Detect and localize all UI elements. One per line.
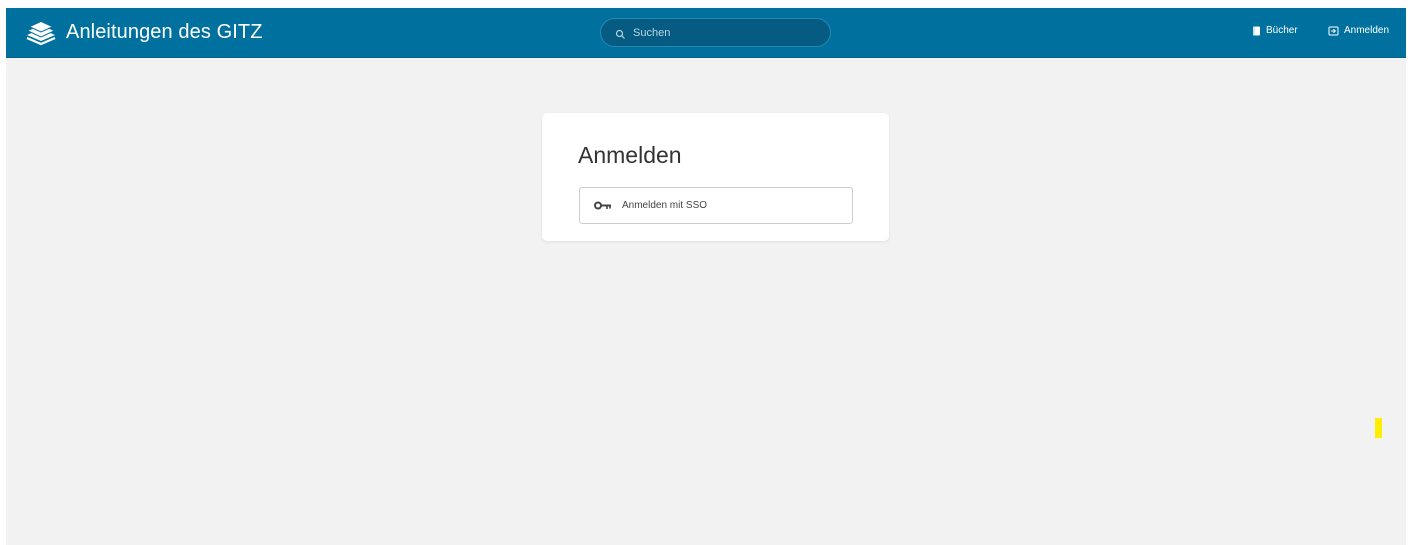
search-input[interactable] bbox=[633, 26, 813, 39]
login-card: Anmelden Anmelden mit SSO bbox=[542, 113, 889, 241]
highlight-marker bbox=[1375, 418, 1382, 438]
login-icon bbox=[1328, 26, 1339, 35]
sso-login-button[interactable]: Anmelden mit SSO bbox=[579, 187, 853, 224]
nav-books-link[interactable]: Bücher bbox=[1252, 25, 1298, 36]
sso-button-label: Anmelden mit SSO bbox=[622, 200, 708, 211]
app-frame: Anleitungen des GITZ Bücher bbox=[6, 8, 1406, 545]
nav-login-link[interactable]: Anmelden bbox=[1328, 25, 1389, 36]
key-icon bbox=[594, 201, 611, 210]
search-icon bbox=[615, 27, 626, 39]
book-icon bbox=[1253, 26, 1260, 35]
search-box[interactable] bbox=[600, 18, 831, 47]
app-title[interactable]: Anleitungen des GITZ bbox=[66, 21, 263, 44]
nav-books-label: Bücher bbox=[1266, 25, 1298, 36]
login-title: Anmelden bbox=[578, 142, 682, 168]
books-stack-icon[interactable] bbox=[24, 20, 58, 46]
nav-login-label: Anmelden bbox=[1344, 25, 1390, 36]
top-header: Anleitungen des GITZ Bücher bbox=[6, 8, 1406, 58]
